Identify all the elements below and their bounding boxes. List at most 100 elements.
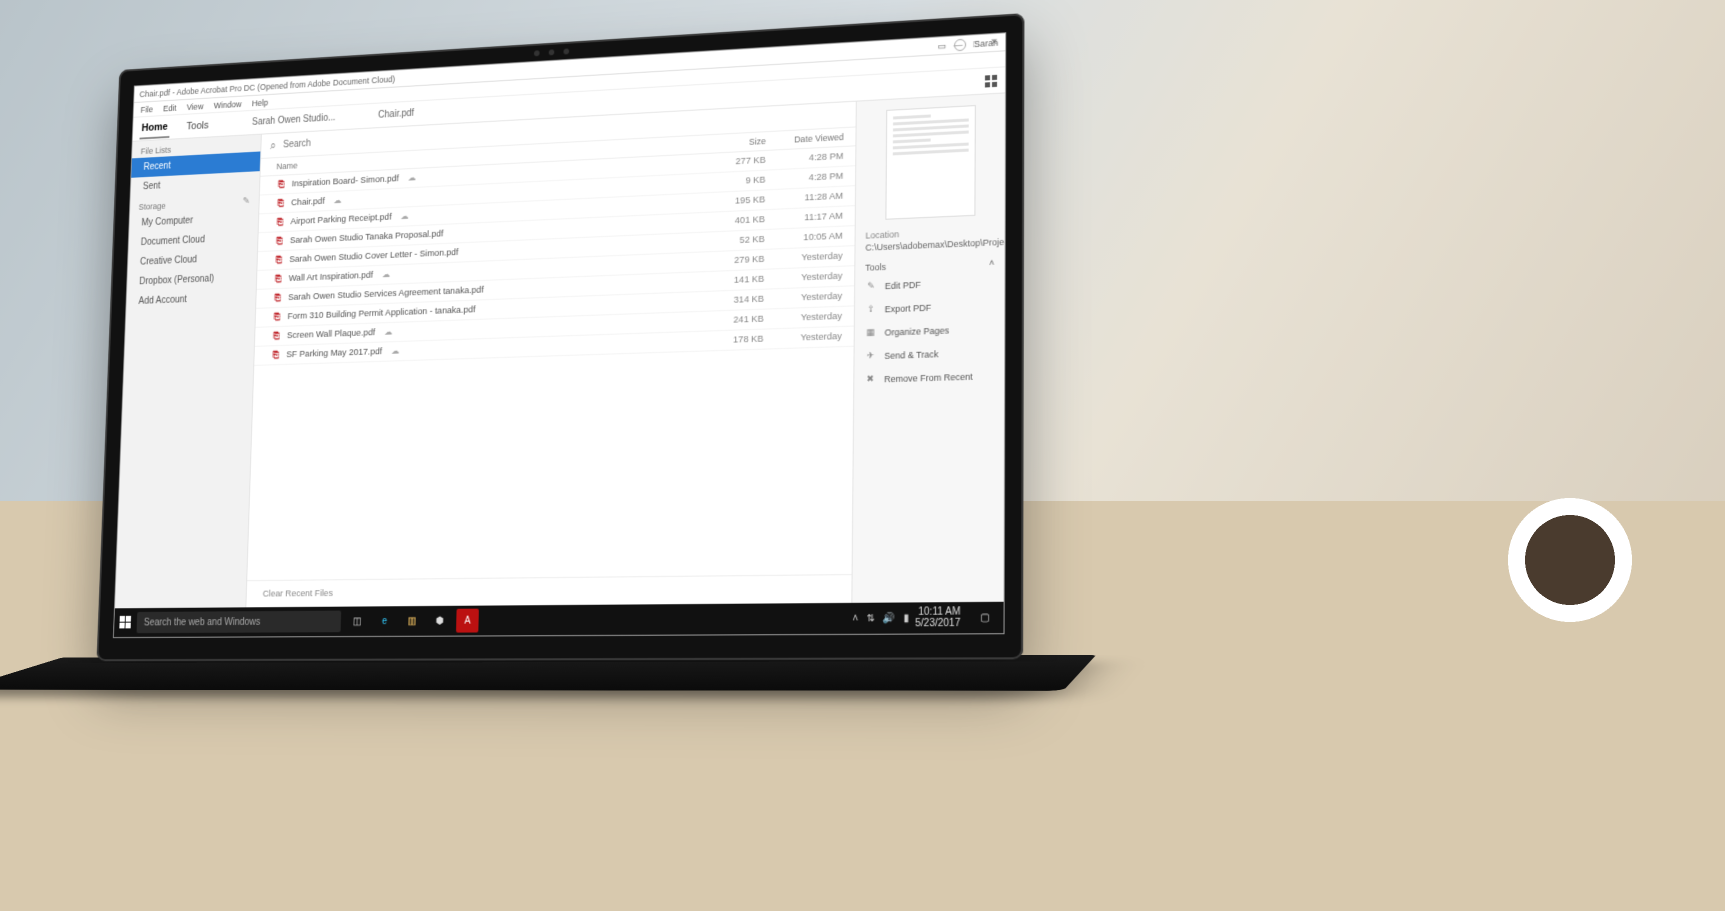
file-pane: ⌕ Name Size Date Viewed ⎘Inspiration Boa…: [246, 102, 856, 608]
document-thumbnail[interactable]: [885, 105, 975, 220]
pdf-icon: ⎘: [274, 236, 285, 247]
pdf-icon: ⎘: [273, 274, 284, 285]
cloud-icon: ☁: [333, 195, 341, 206]
file-date: Yesterday: [764, 291, 842, 305]
menu-help[interactable]: Help: [252, 97, 268, 107]
tool-label: Send & Track: [884, 349, 938, 361]
pdf-icon: ⎘: [270, 350, 281, 361]
taskbar-time: 10:11 AM: [915, 606, 960, 618]
file-name: Wall Art Inspiration.pdf: [289, 270, 374, 284]
file-name: Sarah Owen Studio Tanaka Proposal.pdf: [290, 229, 444, 246]
tool-icon: ⇪: [865, 304, 877, 316]
sidebar-heading-storage-label: Storage: [138, 201, 165, 212]
file-size: 279 KB: [697, 254, 765, 268]
file-name: Chair.pdf: [291, 196, 325, 208]
file-name: SF Parking May 2017.pdf: [286, 346, 382, 360]
explorer-icon[interactable]: ▥: [401, 609, 424, 633]
details-pane: Location C:\Users\adobemax\Desktop\Proje…: [851, 93, 1005, 602]
action-center-icon[interactable]: ▢: [973, 605, 998, 630]
sidebar-item-add-account[interactable]: Add Account: [126, 287, 256, 312]
tool-icon: ▦: [865, 327, 877, 339]
taskbar-search[interactable]: Search the web and Windows: [137, 611, 342, 634]
tool-label: Remove From Recent: [884, 371, 973, 384]
minimize-button[interactable]: ―: [953, 39, 963, 50]
menu-edit[interactable]: Edit: [163, 103, 177, 113]
file-date: Yesterday: [764, 251, 842, 265]
chevron-up-icon: ˄: [989, 258, 994, 268]
acrobat-taskbar-icon[interactable]: A: [456, 609, 479, 633]
cloud-icon: ☁: [391, 346, 399, 357]
taskbar-search-placeholder: Search the web and Windows: [144, 616, 261, 627]
network-icon[interactable]: ⇅: [866, 613, 875, 624]
clear-recent-button[interactable]: Clear Recent Files: [246, 574, 851, 607]
sidebar: File Lists RecentSent Storage ✎ My Compu…: [115, 135, 262, 609]
file-size: 277 KB: [698, 155, 765, 169]
tab-home[interactable]: Home: [140, 117, 170, 139]
tool-label: Edit PDF: [885, 279, 921, 290]
taskbar-date: 5/23/2017: [915, 618, 960, 630]
laptop-keyboard: [0, 655, 1096, 691]
tool-remove-from-recent[interactable]: ✖ Remove From Recent: [854, 363, 1004, 391]
search-icon: ⌕: [270, 138, 276, 152]
file-size: 52 KB: [697, 234, 765, 248]
file-date: Yesterday: [763, 331, 842, 345]
task-view-icon[interactable]: ◫: [346, 609, 368, 633]
pdf-icon: ⎘: [271, 331, 282, 342]
pdf-icon: ⎘: [275, 198, 286, 209]
file-date: 10:05 AM: [765, 231, 843, 245]
file-name: Screen Wall Plaque.pdf: [287, 327, 376, 341]
file-size: 401 KB: [697, 214, 765, 228]
file-date: 11:17 AM: [765, 211, 843, 225]
tool-icon: ✎: [865, 280, 877, 292]
tray-chevron-icon[interactable]: ˄: [852, 613, 858, 624]
start-button[interactable]: [119, 616, 132, 630]
pdf-icon: ⎘: [276, 179, 287, 190]
file-name: Sarah Owen Studio Services Agreement tan…: [288, 285, 484, 303]
edit-storage-icon[interactable]: ✎: [243, 196, 251, 207]
system-tray[interactable]: ˄ ⇅ 🔊 ▮: [852, 612, 909, 624]
taskbar-clock[interactable]: 10:11 AM 5/23/2017: [915, 606, 967, 629]
tool-icon: ✖: [864, 373, 876, 385]
doc-tab-2[interactable]: Chair.pdf: [378, 108, 414, 120]
battery-icon[interactable]: ▮: [903, 612, 909, 623]
file-date: Yesterday: [764, 311, 842, 325]
file-date: 11:28 AM: [765, 191, 843, 206]
cloud-icon: ☁: [400, 211, 408, 222]
file-list: ⎘Inspiration Board- Simon.pdf☁277 KB4:28…: [247, 146, 855, 580]
file-name: Airport Parking Receipt.pdf: [290, 212, 391, 227]
file-size: 178 KB: [696, 334, 764, 347]
file-date: 4:28 PM: [765, 171, 843, 186]
menu-view[interactable]: View: [187, 101, 204, 111]
pdf-icon: ⎘: [275, 217, 286, 228]
file-size: 195 KB: [698, 194, 765, 208]
pdf-icon: ⎘: [273, 255, 284, 266]
menu-window[interactable]: Window: [214, 99, 242, 110]
cloud-icon: ☁: [382, 269, 390, 280]
tool-label: Organize Pages: [884, 325, 949, 337]
store-icon[interactable]: ⬢: [428, 609, 451, 633]
tools-heading-label: Tools: [865, 262, 886, 273]
acrobat-window: Chair.pdf - Adobe Acrobat Pro DC (Opened…: [113, 32, 1006, 638]
volume-icon[interactable]: 🔊: [883, 612, 896, 623]
file-size: 141 KB: [697, 274, 765, 288]
doc-tab-1[interactable]: Sarah Owen Studio...: [252, 113, 336, 128]
edge-icon[interactable]: e: [373, 609, 396, 633]
col-size[interactable]: Size: [699, 136, 766, 149]
close-button[interactable]: ✕: [989, 37, 999, 48]
file-size: 9 KB: [698, 175, 765, 189]
file-size: 314 KB: [696, 294, 764, 307]
tool-label: Export PDF: [885, 302, 932, 314]
file-size: 241 KB: [696, 314, 764, 327]
maximize-button[interactable]: □: [971, 38, 981, 49]
menu-file[interactable]: File: [140, 104, 153, 114]
tab-tools[interactable]: Tools: [184, 116, 210, 136]
pdf-icon: ⎘: [272, 293, 283, 304]
cloud-icon: ☁: [384, 327, 392, 338]
pdf-icon: ⎘: [271, 312, 282, 323]
file-date: 4:28 PM: [766, 151, 844, 166]
windows-taskbar: Search the web and Windows ◫ e ▥ ⬢ A ˄ ⇅…: [114, 602, 1004, 637]
cloud-icon: ☁: [408, 173, 416, 184]
tool-icon: ✈: [864, 350, 876, 362]
col-date[interactable]: Date Viewed: [766, 132, 844, 146]
grid-view-icon[interactable]: [985, 74, 997, 87]
